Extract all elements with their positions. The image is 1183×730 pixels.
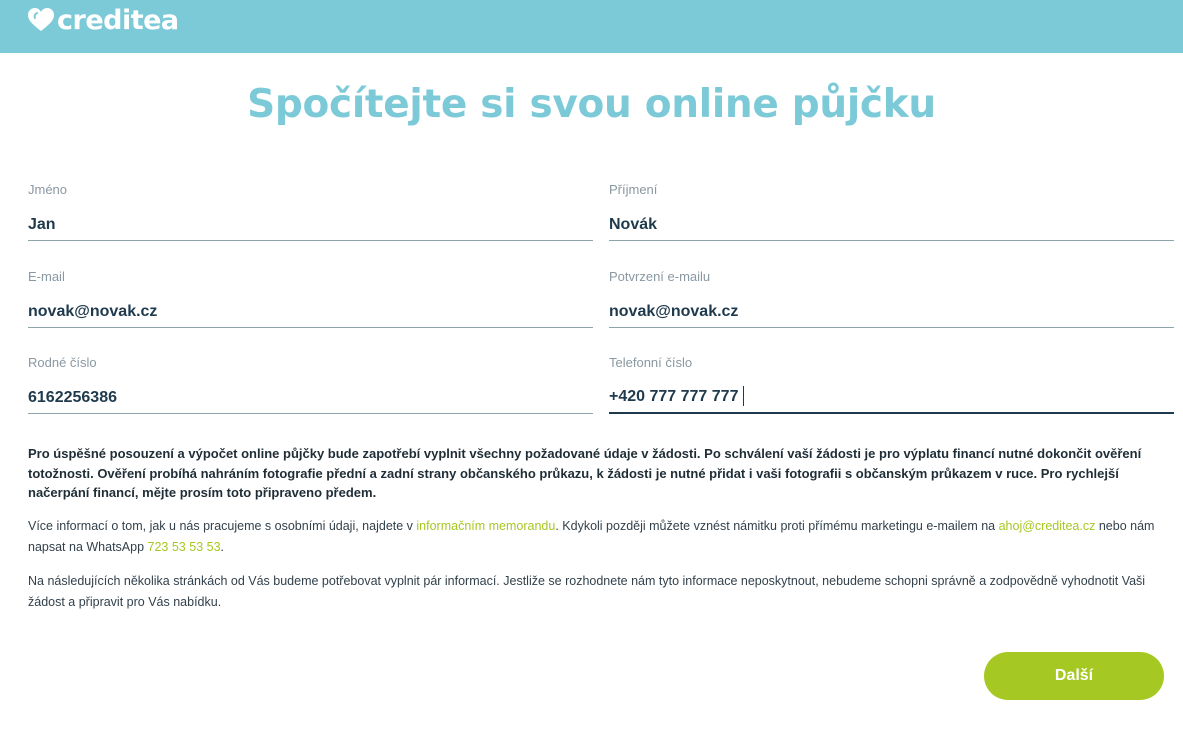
email-field: E-mail: [28, 268, 593, 328]
email-link[interactable]: ahoj@creditea.cz: [999, 519, 1096, 533]
memorandum-link[interactable]: informačním memorandu: [416, 519, 555, 533]
privacy-text-4: .: [220, 540, 225, 554]
email-confirm-label: Potvrzení e-mailu: [609, 269, 711, 284]
last-name-field: Příjmení: [609, 181, 1174, 241]
email-input[interactable]: [28, 286, 593, 328]
page-title: Spočítejte si svou online půjčku: [247, 82, 936, 127]
next-button[interactable]: Další: [984, 652, 1164, 700]
loan-info-paragraph: Pro úspěšné posouzení a výpočet online p…: [28, 446, 1142, 500]
email-confirm-field: Potvrzení e-mailu: [609, 268, 1174, 328]
phone-label: Telefonní číslo: [609, 355, 693, 370]
email-confirm-input[interactable]: [609, 286, 1174, 328]
heart-logo-icon: [28, 8, 54, 31]
privacy-text-2: . Kdykoli později můžete vznést námitku …: [555, 519, 999, 533]
birth-number-input[interactable]: [28, 372, 593, 414]
phone-field: Telefonní číslo: [609, 354, 1174, 414]
whatsapp-link[interactable]: 723 53 53 53: [148, 540, 221, 554]
first-name-label: Jméno: [28, 182, 68, 197]
first-name-field: Jméno: [28, 181, 593, 241]
phone-input[interactable]: [609, 372, 1174, 414]
privacy-text-1: Více informací o tom, jak u nás pracujem…: [28, 519, 417, 533]
text-caret: [743, 386, 744, 406]
first-name-input[interactable]: [28, 199, 593, 241]
last-name-label: Příjmení: [609, 182, 658, 197]
email-label: E-mail: [28, 269, 65, 284]
last-name-input[interactable]: [609, 199, 1174, 241]
birth-number-field: Rodné číslo: [28, 354, 593, 414]
logo-text: creditea: [57, 4, 179, 36]
privacy-info-paragraph: Více informací o tom, jak u nás pracujem…: [28, 516, 1178, 558]
data-notice-paragraph: Na následujících několika stránkách od V…: [28, 574, 1146, 609]
logo[interactable]: creditea: [28, 4, 179, 36]
birth-number-label: Rodné číslo: [28, 355, 97, 370]
header-bar: creditea: [0, 0, 1183, 53]
